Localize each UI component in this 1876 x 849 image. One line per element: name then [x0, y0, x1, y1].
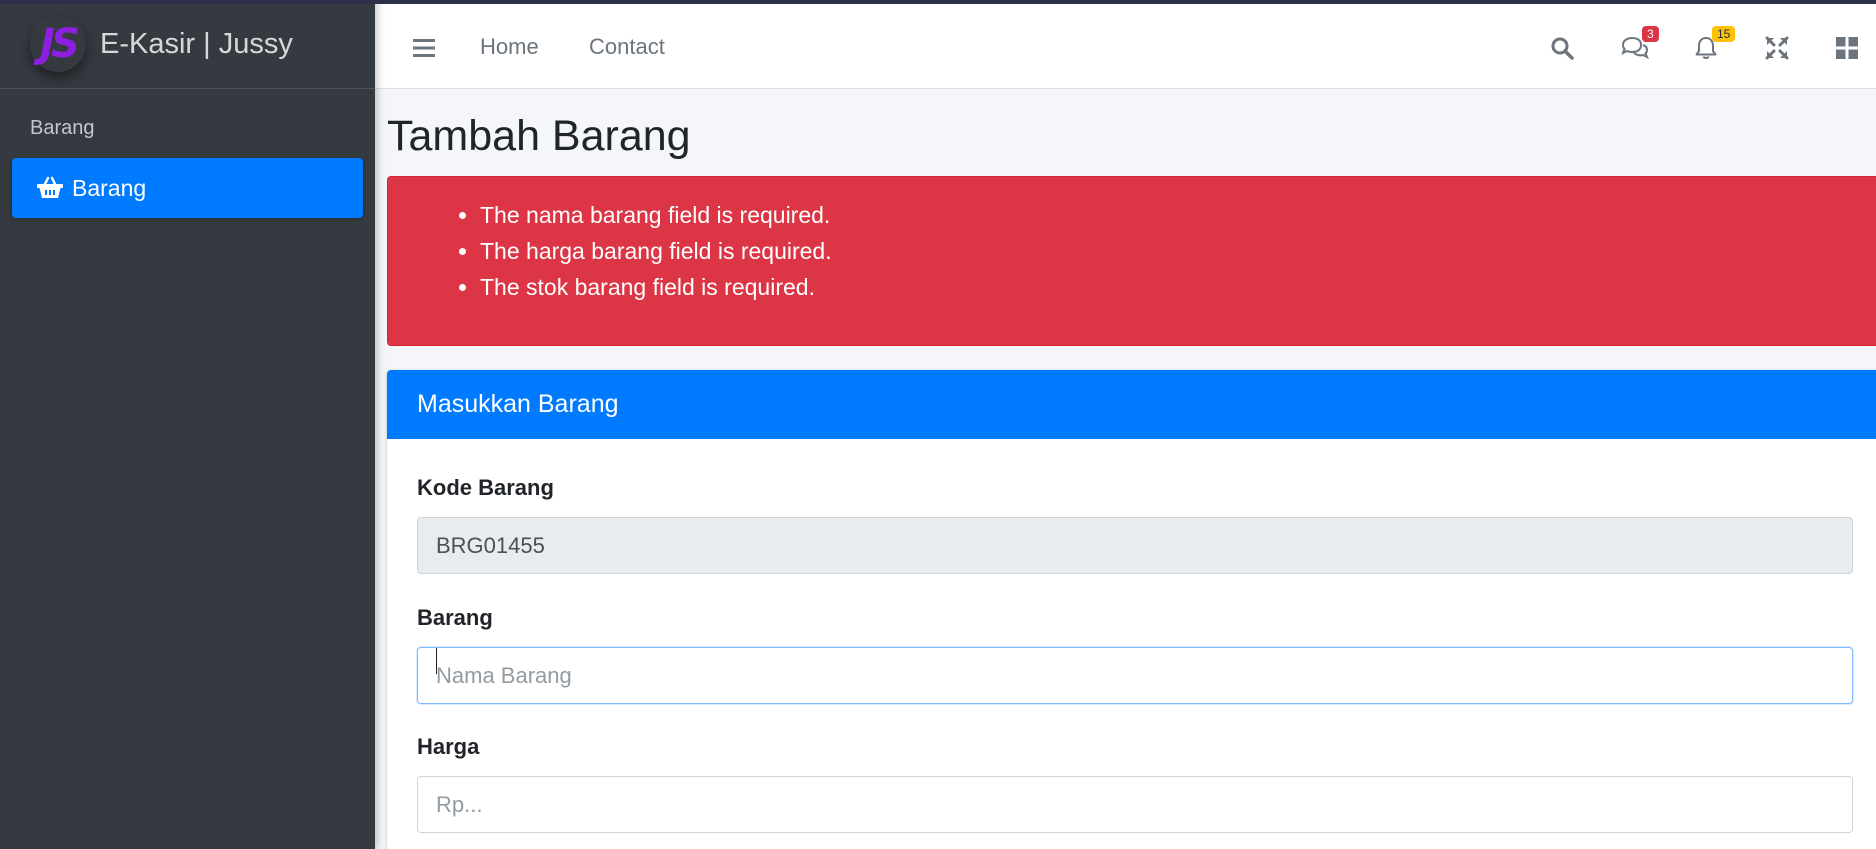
- brand-link[interactable]: JS E-Kasir | Jussy: [0, 0, 375, 89]
- kode-barang-field[interactable]: [417, 517, 1853, 574]
- sidebar: JS E-Kasir | Jussy Barang Barang: [0, 0, 375, 849]
- form-card: Masukkan Barang Kode Barang Barang Harga: [387, 370, 1876, 849]
- page-title: Tambah Barang: [387, 112, 691, 160]
- error-message: The nama barang field is required.: [480, 199, 1876, 235]
- menu-toggle-button[interactable]: [408, 32, 440, 64]
- error-list: The nama barang field is required. The h…: [388, 177, 1876, 307]
- control-sidebar-button[interactable]: [1831, 32, 1863, 64]
- messages-count-badge: 3: [1642, 26, 1659, 42]
- top-navbar: Home Contact 3 15: [375, 4, 1876, 89]
- brand-logo-text: JS: [40, 21, 80, 67]
- card-title: Masukkan Barang: [387, 370, 1876, 439]
- nama-barang-input[interactable]: [417, 647, 1853, 704]
- top-accent-bar: [0, 0, 1876, 4]
- search-button[interactable]: [1546, 32, 1578, 64]
- nav-link-home[interactable]: Home: [480, 4, 539, 89]
- brand-name: E-Kasir | Jussy: [100, 27, 293, 60]
- error-message: The harga barang field is required.: [480, 235, 1876, 271]
- kode-barang-label: Kode Barang: [417, 475, 554, 500]
- harga-input[interactable]: [417, 776, 1853, 833]
- expand-arrows-icon: [1765, 36, 1789, 60]
- validation-error-alert: The nama barang field is required. The h…: [387, 176, 1876, 346]
- harga-label: Harga: [417, 734, 480, 759]
- brand-logo: JS: [30, 16, 86, 72]
- shopping-basket-icon: [37, 176, 63, 198]
- nav-link-contact[interactable]: Contact: [589, 4, 665, 89]
- notifications-button[interactable]: 15: [1690, 26, 1736, 64]
- error-message: The stok barang field is required.: [480, 271, 1876, 307]
- text-cursor: [436, 648, 437, 674]
- sidebar-item-barang[interactable]: Barang: [12, 158, 363, 218]
- messages-button[interactable]: 3: [1619, 26, 1659, 64]
- notifications-count-badge: 15: [1712, 26, 1736, 42]
- grid-icon: [1836, 37, 1858, 59]
- search-icon: [1551, 37, 1574, 60]
- barang-label: Barang: [417, 605, 493, 630]
- fullscreen-button[interactable]: [1761, 32, 1793, 64]
- sidebar-item-label: Barang: [72, 174, 147, 201]
- hamburger-menu-icon: [413, 39, 435, 57]
- sidebar-header: Barang: [30, 117, 95, 139]
